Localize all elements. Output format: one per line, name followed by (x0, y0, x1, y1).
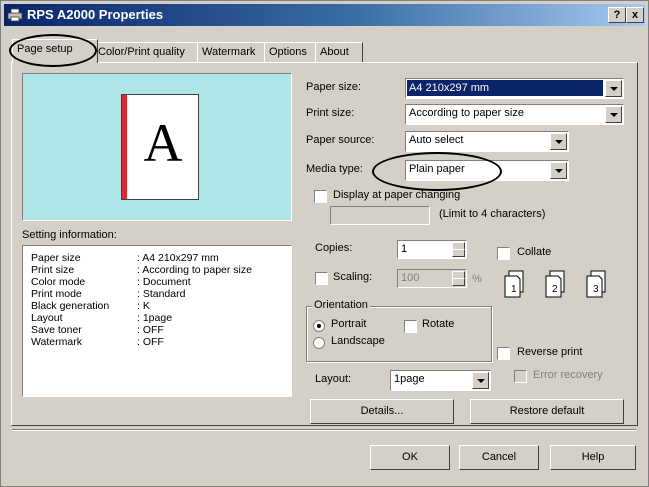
collate-page-icon: 2 (545, 270, 565, 298)
setting-key: Print size (31, 264, 75, 276)
setting-value: : A4 210x297 mm (137, 252, 219, 264)
error-recovery-label: Error recovery (533, 369, 603, 381)
paper-size-value: A4 210x297 mm (407, 80, 603, 96)
tab-watermark[interactable]: Watermark (197, 42, 269, 63)
setting-value: : 1page (137, 312, 173, 324)
chevron-down-icon[interactable] (550, 133, 567, 150)
paper-size-select[interactable]: A4 210x297 mm (405, 78, 624, 99)
scaling-checkbox[interactable] (315, 272, 328, 285)
paper-source-select[interactable]: Auto select (405, 131, 569, 152)
help-button[interactable]: Help (550, 445, 636, 470)
preview-paper: A (121, 94, 199, 200)
printer-icon (7, 8, 23, 22)
details-button[interactable]: Details... (310, 399, 454, 424)
landscape-radio[interactable] (313, 337, 325, 349)
rotate-label: Rotate (422, 318, 455, 330)
collate-page-icon: 1 (504, 270, 524, 298)
scaling-stepper[interactable]: 100 (397, 269, 467, 288)
svg-text:1: 1 (511, 284, 517, 295)
display-at-paper-changing-checkbox[interactable] (314, 190, 327, 203)
media-type-label: Media type: (306, 163, 363, 175)
setting-value: : OFF (137, 324, 164, 336)
error-recovery-checkbox[interactable] (514, 370, 527, 383)
setting-key: Print mode (31, 288, 82, 300)
paper-source-value: Auto select (409, 134, 464, 146)
setting-row: Save toner : OFF (31, 324, 164, 336)
chevron-down-icon[interactable] (605, 106, 622, 123)
setting-key: Paper size (31, 252, 81, 264)
reverse-print-label: Reverse print (517, 346, 583, 358)
collate-label: Collate (517, 246, 552, 258)
layout-value: 1page (394, 373, 425, 385)
display-text-input[interactable] (330, 206, 430, 225)
chevron-down-icon[interactable] (472, 372, 489, 389)
tab-page-setup[interactable]: Page setup (12, 39, 98, 63)
print-size-label: Print size: (306, 107, 355, 119)
setting-row: Print mode : Standard (31, 288, 185, 300)
landscape-label: Landscape (331, 335, 385, 347)
paper-source-label: Paper source: (306, 134, 375, 146)
title-bar[interactable]: RPS A2000 Properties ? x (4, 4, 645, 26)
tab-color-print-quality[interactable]: Color/Print quality (93, 42, 201, 63)
limit-characters-label: (Limit to 4 characters) (439, 208, 546, 220)
rotate-checkbox[interactable] (404, 320, 417, 333)
scaling-value: 100 (401, 272, 420, 284)
footer-separator (12, 429, 636, 431)
layout-select[interactable]: 1page (390, 370, 491, 391)
portrait-radio[interactable] (313, 320, 325, 332)
cancel-button[interactable]: Cancel (459, 445, 539, 470)
collate-checkbox[interactable] (497, 247, 510, 260)
collate-page-icon: 3 (586, 270, 606, 298)
print-size-value: According to paper size (409, 107, 524, 119)
tab-about[interactable]: About (315, 42, 363, 63)
setting-key: Black generation (31, 300, 110, 312)
setting-key: Color mode (31, 276, 86, 288)
setting-value: : According to paper size (137, 264, 252, 276)
chevron-down-icon[interactable] (605, 80, 622, 97)
setting-row: Paper size : A4 210x297 mm (31, 252, 219, 264)
setting-row: Color mode : Document (31, 276, 191, 288)
reverse-print-checkbox[interactable] (497, 347, 510, 360)
setting-row: Watermark : OFF (31, 336, 164, 348)
copies-stepper[interactable]: 1 (397, 240, 467, 259)
print-size-select[interactable]: According to paper size (405, 104, 624, 125)
restore-default-button[interactable]: Restore default (470, 399, 624, 424)
paper-edge-marker (122, 95, 127, 199)
tab-options[interactable]: Options (264, 42, 320, 63)
chevron-down-icon[interactable] (550, 162, 567, 179)
setting-row: Print size : According to paper size (31, 264, 252, 276)
setting-row: Black generation : K (31, 300, 150, 312)
copies-value: 1 (401, 243, 408, 255)
setting-value: : K (137, 300, 150, 312)
spin-arrows-icon[interactable] (452, 242, 465, 257)
setting-info-title: Setting information: (22, 229, 117, 241)
setting-key: Layout (31, 312, 63, 324)
setting-info-list: Paper size : A4 210x297 mm Print size : Ac… (22, 245, 292, 397)
ok-button[interactable]: OK (370, 445, 450, 470)
orientation-label: Orientation (312, 299, 370, 311)
close-button[interactable]: x (626, 7, 644, 23)
setting-value: : Document (137, 276, 191, 288)
paper-size-label: Paper size: (306, 81, 362, 93)
portrait-label: Portrait (331, 318, 367, 330)
svg-text:3: 3 (593, 284, 599, 295)
preview-letter: A (143, 113, 183, 173)
spin-arrows-icon[interactable] (452, 271, 465, 286)
scaling-unit: % (472, 273, 482, 285)
setting-key: Save toner (31, 324, 82, 336)
svg-text:2: 2 (552, 284, 558, 295)
orientation-group (306, 306, 492, 362)
window-title: RPS A2000 Properties (27, 7, 164, 22)
media-type-select[interactable]: Plain paper (405, 160, 569, 181)
media-type-value: Plain paper (409, 163, 465, 175)
layout-label: Layout: (315, 373, 352, 385)
scaling-label: Scaling: (333, 271, 373, 283)
setting-value: : Standard (137, 288, 186, 300)
copies-label: Copies: (315, 242, 353, 254)
setting-value: : OFF (137, 336, 164, 348)
setting-key: Watermark (31, 336, 82, 348)
setting-row: Layout : 1page (31, 312, 172, 324)
help-title-button[interactable]: ? (608, 7, 626, 23)
display-at-paper-changing-label: Display at paper changing (333, 189, 461, 201)
